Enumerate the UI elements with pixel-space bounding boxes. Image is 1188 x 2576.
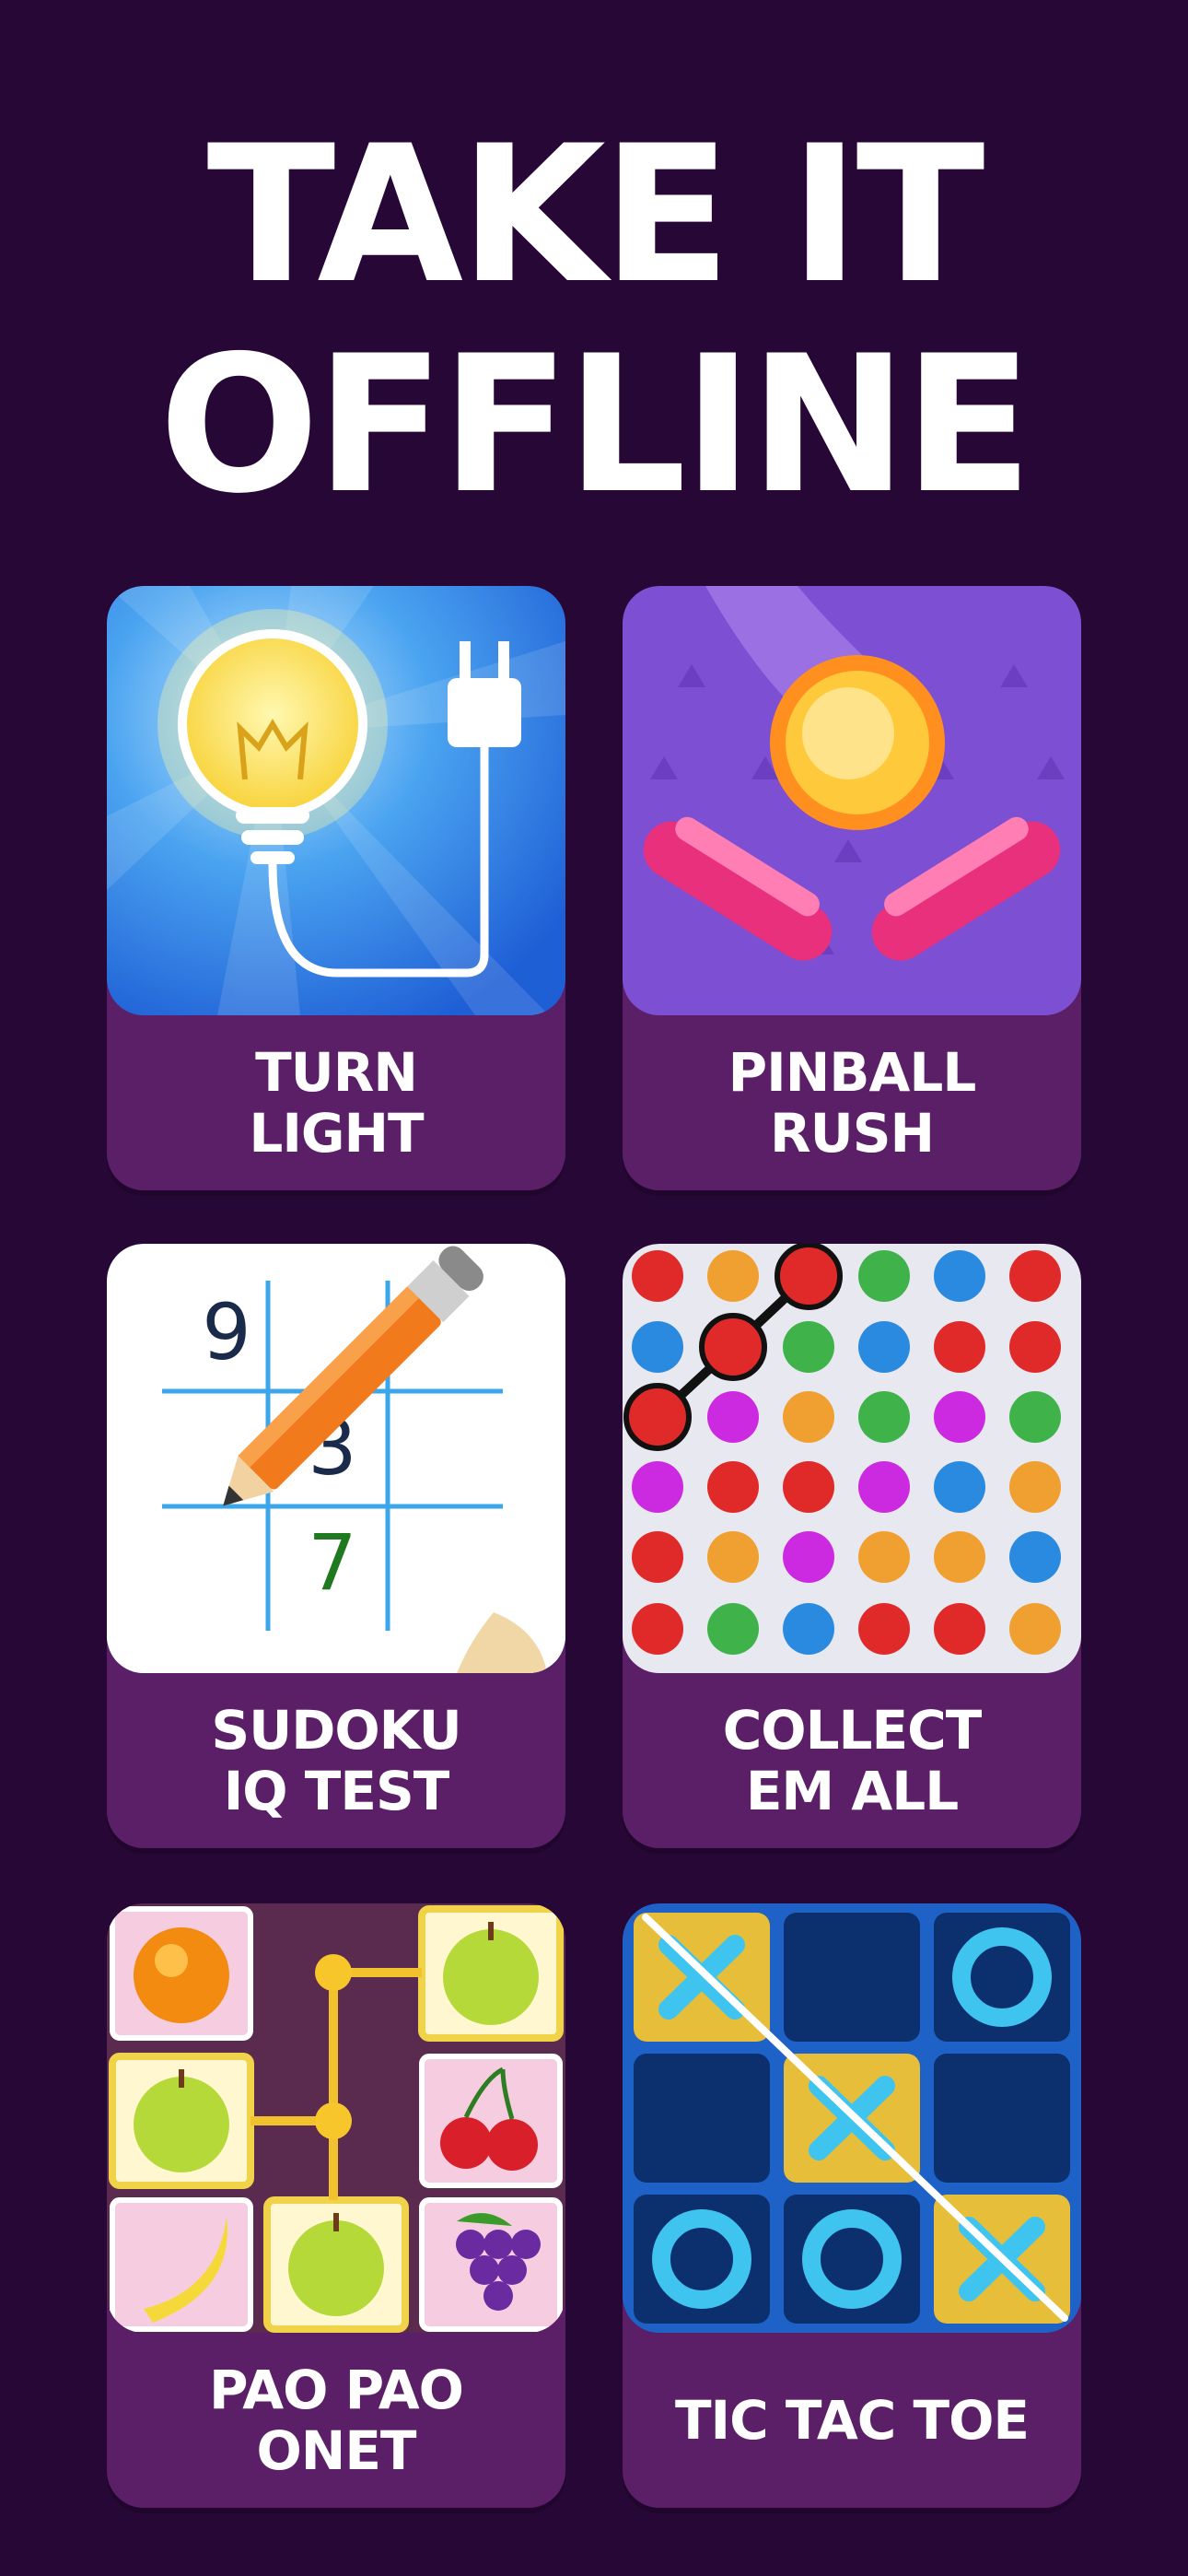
dot — [934, 1461, 985, 1513]
lightbulb-icon — [107, 586, 565, 1015]
dot — [632, 1531, 683, 1583]
dot — [707, 1603, 759, 1655]
dot — [707, 1531, 759, 1583]
dot — [858, 1603, 910, 1655]
dot — [858, 1461, 910, 1513]
dot — [699, 1313, 767, 1381]
game-title: PINBALL RUSH — [728, 1041, 977, 1165]
dot — [783, 1321, 834, 1373]
game-card-turn-light[interactable]: TURN LIGHT — [107, 586, 565, 1190]
dot — [775, 1244, 843, 1310]
headline-line-1: TAKE IT — [206, 106, 985, 325]
dot — [934, 1321, 985, 1373]
dot — [707, 1250, 759, 1302]
headline: TAKE IT OFFLINE — [0, 111, 1188, 531]
game-title: PAO PAO ONET — [209, 2359, 464, 2482]
dot — [783, 1391, 834, 1443]
dot — [783, 1461, 834, 1513]
dot — [858, 1250, 910, 1302]
game-title: COLLECT EM ALL — [722, 1699, 983, 1822]
dot — [1009, 1321, 1061, 1373]
game-title: SUDOKU IQ TEST — [211, 1699, 461, 1822]
dot — [934, 1531, 985, 1583]
game-card-pinball-rush[interactable]: PINBALL RUSH — [623, 586, 1081, 1190]
dots-icon — [623, 1244, 1081, 1673]
dot — [934, 1391, 985, 1443]
dot — [934, 1603, 985, 1655]
sudoku-digit-9: 9 — [202, 1287, 250, 1377]
fruit-match-icon — [107, 1903, 565, 2333]
game-title: TIC TAC TOE — [674, 2389, 1030, 2452]
sudoku-icon: 9 3 7 — [107, 1244, 565, 1673]
pinball-icon — [623, 586, 1081, 1015]
game-card-pao-pao-onet[interactable]: PAO PAO ONET — [107, 1903, 565, 2508]
dot — [632, 1250, 683, 1302]
game-card-sudoku-iq-test[interactable]: 9 3 7 SUDOKU IQ TEST — [107, 1244, 565, 1848]
dot — [783, 1603, 834, 1655]
dot — [783, 1531, 834, 1583]
dot — [1009, 1391, 1061, 1443]
dot — [632, 1321, 683, 1373]
screen: TAKE IT OFFLINE TURN LIGHT PINBALL RUSH … — [0, 0, 1188, 2576]
dot — [1009, 1531, 1061, 1583]
dot — [632, 1603, 683, 1655]
dot — [858, 1391, 910, 1443]
dot — [1009, 1603, 1061, 1655]
dot — [858, 1531, 910, 1583]
game-title: TURN LIGHT — [249, 1041, 424, 1165]
dot — [934, 1250, 985, 1302]
dot — [707, 1461, 759, 1513]
game-card-tic-tac-toe[interactable]: TIC TAC TOE — [623, 1903, 1081, 2508]
dot — [632, 1461, 683, 1513]
dot — [1009, 1461, 1061, 1513]
dot — [623, 1383, 692, 1451]
tic-tac-toe-icon — [623, 1903, 1081, 2333]
dot — [1009, 1250, 1061, 1302]
dot — [707, 1391, 759, 1443]
game-card-collect-em-all[interactable]: COLLECT EM ALL — [623, 1244, 1081, 1848]
sudoku-digit-7: 7 — [308, 1517, 356, 1608]
headline-line-2: OFFLINE — [158, 316, 1033, 535]
dot — [858, 1321, 910, 1373]
